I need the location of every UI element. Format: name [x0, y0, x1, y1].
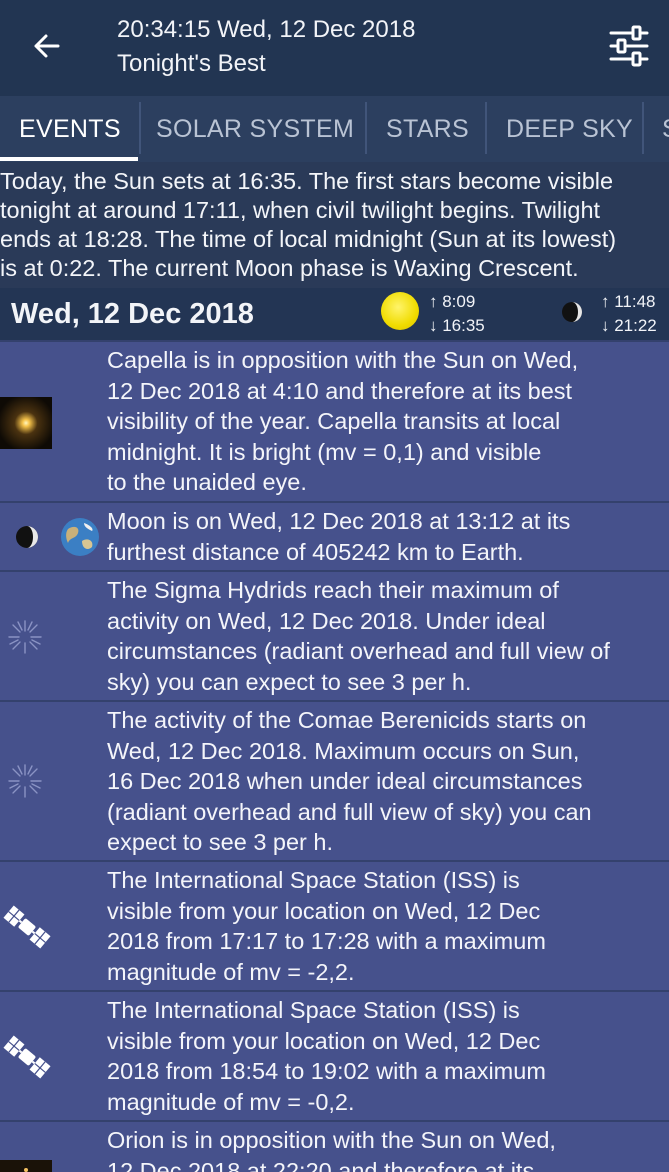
list-item[interactable]: Capella is in opposition with the Sun on…: [0, 340, 669, 501]
event-text-line: visible from your location on Wed, 12 De…: [107, 1026, 669, 1057]
sun-icon: [381, 292, 419, 330]
satellite-icon: [0, 1030, 54, 1084]
event-text-line: expect to see 3 per h.: [107, 827, 669, 858]
event-text-line: The International Space Station (ISS) is: [107, 865, 669, 896]
star-orion-icon: [0, 1160, 52, 1172]
event-text-line: 2018 from 18:54 to 19:02 with a maximum: [107, 1056, 669, 1087]
list-item[interactable]: Moon is on Wed, 12 Dec 2018 at 13:12 at …: [0, 501, 669, 570]
header-datetime[interactable]: 20:34:15 Wed, 12 Dec 2018: [117, 16, 415, 44]
event-text-line: 16 Dec 2018 when under ideal circumstanc…: [107, 766, 669, 797]
event-text-line: (radiant overhead and full view of sky) …: [107, 797, 669, 828]
list-item[interactable]: The International Space Station (ISS) is…: [0, 990, 669, 1120]
event-text-line: The Sigma Hydrids reach their maximum of: [107, 575, 669, 606]
event-text-line: midnight. It is bright (mv = 0,1) and vi…: [107, 437, 669, 468]
sliders-icon[interactable]: [606, 24, 652, 68]
star-capella-icon: [0, 397, 52, 449]
tab-more[interactable]: S: [662, 96, 669, 162]
list-item[interactable]: Orion is in opposition with the Sun on W…: [0, 1120, 669, 1172]
tab-divider: [642, 102, 644, 154]
event-text-line: The International Space Station (ISS) is: [107, 995, 669, 1026]
list-item[interactable]: The International Space Station (ISS) is…: [0, 860, 669, 990]
tab-solar-system[interactable]: SOLAR SYSTEM: [156, 96, 354, 162]
intro-text: Today, the Sun sets at 16:35. The first …: [0, 167, 669, 283]
list-item[interactable]: The activity of the Comae Berenicids sta…: [0, 700, 669, 860]
event-text-line: Moon is on Wed, 12 Dec 2018 at 13:12 at …: [107, 506, 669, 537]
moon-phase-icon: [561, 301, 583, 323]
event-text-line: Orion is in opposition with the Sun on W…: [107, 1125, 669, 1156]
event-text-line: Wed, 12 Dec 2018. Maximum occurs on Sun,: [107, 736, 669, 767]
app-bar: [0, 0, 669, 96]
event-text-line: The activity of the Comae Berenicids sta…: [107, 705, 669, 736]
event-text-line: visibility of the year. Capella transits…: [107, 406, 669, 437]
event-text-line: Capella is in opposition with the Sun on…: [107, 345, 669, 376]
tab-stars[interactable]: STARS: [386, 96, 469, 162]
active-tab-indicator: [0, 157, 138, 161]
moon-set-time: ↓ 21:22: [601, 316, 657, 336]
event-text-line: 2018 from 17:17 to 17:28 with a maximum: [107, 926, 669, 957]
intro-line: ends at 18:28. The time of local midnigh…: [0, 225, 669, 254]
event-text-line: sky) you can expect to see 3 per h.: [107, 667, 669, 698]
event-text-line: activity on Wed, 12 Dec 2018. Under idea…: [107, 606, 669, 637]
event-text-line: 12 Dec 2018 at 4:10 and therefore at its…: [107, 376, 669, 407]
arrow-left-icon[interactable]: [28, 28, 64, 64]
tab-divider: [365, 102, 367, 154]
intro-line: Today, the Sun sets at 16:35. The first …: [0, 167, 669, 196]
tab-divider: [139, 102, 141, 154]
satellite-icon: [0, 900, 54, 954]
sun-set-time: ↓ 16:35: [429, 316, 485, 336]
event-text-line: furthest distance of 405242 km to Earth.: [107, 537, 669, 568]
list-item[interactable]: The Sigma Hydrids reach their maximum of…: [0, 570, 669, 700]
meteor-shower-icon: [6, 762, 44, 800]
event-text-line: to the unaided eye.: [107, 467, 669, 498]
tab-divider: [485, 102, 487, 154]
event-text-line: magnitude of mv = -0,2.: [107, 1087, 669, 1118]
tab-deep-sky[interactable]: DEEP SKY: [506, 96, 633, 162]
event-text-line: circumstances (radiant overhead and full…: [107, 636, 669, 667]
tab-bar: EVENTS SOLAR SYSTEM STARS DEEP SKY S: [0, 96, 669, 162]
moon-rise-time: ↑ 11:48: [601, 292, 656, 312]
day-date: Wed, 12 Dec 2018: [11, 298, 254, 331]
meteor-shower-icon: [6, 618, 44, 656]
event-text-line: magnitude of mv = -2,2.: [107, 957, 669, 988]
moon-phase-icon: [15, 525, 39, 549]
event-text-line: visible from your location on Wed, 12 De…: [107, 896, 669, 927]
tab-events[interactable]: EVENTS: [19, 96, 121, 162]
earth-icon: [60, 517, 100, 557]
intro-line: tonight at around 17:11, when civil twil…: [0, 196, 669, 225]
header-subtitle: Tonight's Best: [117, 50, 266, 78]
intro-line: is at 0:22. The current Moon phase is Wa…: [0, 254, 669, 283]
sun-rise-time: ↑ 8:09: [429, 292, 475, 312]
